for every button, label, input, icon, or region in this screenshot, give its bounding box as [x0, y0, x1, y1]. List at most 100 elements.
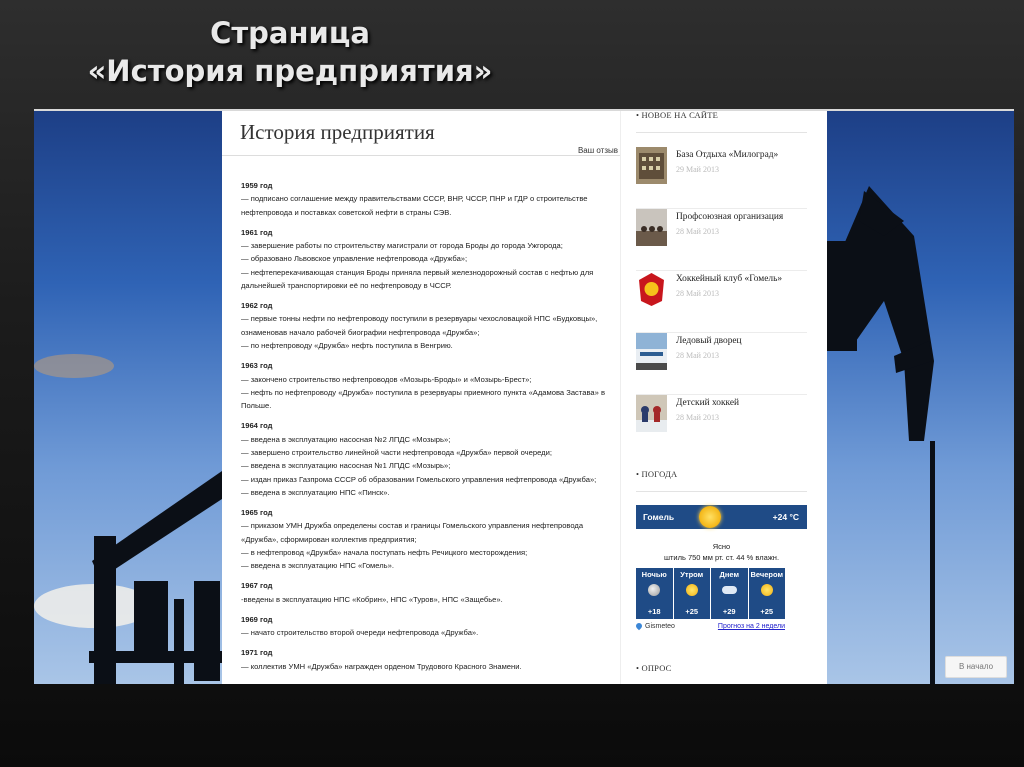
news-thumbnail-kids-hockey — [636, 395, 667, 432]
news-thumbnail-meeting — [636, 209, 667, 246]
news-title[interactable]: База Отдыха «Милоград» — [676, 150, 778, 160]
history-entry: 1967 год -введены в эксплуатацию НПС «Ко… — [241, 579, 613, 606]
news-date: 28 Май 2013 — [676, 351, 719, 360]
partly-cloudy-icon — [760, 584, 773, 596]
history-entry: 1961 год — завершение работы по строител… — [241, 226, 613, 292]
weather-forecast: Ночью +18 Утром +25 Днем +29 Вечером +25 — [636, 568, 785, 619]
moon-icon — [648, 584, 661, 596]
history-line: — подписано соглашение между правительст… — [241, 194, 588, 217]
history-line: — нефть по нефтепроводу «Дружба» поступи… — [241, 387, 605, 411]
forecast-label: Утром — [680, 570, 704, 579]
forecast-period: Вечером +25 — [748, 568, 785, 619]
hockey-club-logo-icon — [636, 271, 667, 308]
gismeteo-drop-icon — [634, 621, 644, 631]
weather-heading-divider — [636, 491, 807, 492]
weather-footer: Gismeteo Прогноз на 2 недели — [634, 621, 785, 631]
history-year: 1969 год — [241, 614, 273, 624]
sun-icon — [699, 506, 721, 528]
history-entry: 1964 год — введена в эксплуатацию насосн… — [241, 419, 613, 499]
news-item[interactable]: Ледовый дворец 28 Май 2013 — [636, 333, 807, 395]
forecast-label: Днем — [719, 570, 740, 579]
history-line: — введена в эксплуатацию насосная №2 ЛПД… — [241, 434, 451, 444]
history-entry: 1971 год — коллектив УМН «Дружба» награж… — [241, 646, 613, 673]
history-line: — введена в эксплуатацию НПС «Пинск». — [241, 487, 390, 497]
news-thumbnail-ice-palace — [636, 333, 667, 370]
weather-temperature: +24 °C — [772, 512, 799, 522]
weather-provider[interactable]: Gismeteo — [645, 623, 675, 630]
news-heading-divider — [636, 132, 807, 133]
weather-details: штиль 750 мм рт. ст. 44 % влажн. — [663, 553, 780, 562]
news-item[interactable]: Детский хоккей 28 Май 2013 — [636, 395, 807, 456]
forecast-period: Днем +29 — [711, 568, 748, 619]
page-heading: История предприятия — [240, 120, 435, 144]
slide-title-line1: Страница — [210, 16, 370, 50]
history-year: 1967 год — [241, 581, 273, 591]
history-line: — образовано Львовское управление нефтеп… — [241, 254, 468, 264]
news-item[interactable]: Хоккейный клуб «Гомель» 28 Май 2013 — [636, 271, 807, 333]
two-week-forecast-link[interactable]: Прогноз на 2 недели — [718, 623, 785, 630]
news-thumbnail-building — [636, 147, 667, 184]
news-item[interactable]: Профсоюзная организация 28 Май 2013 — [636, 209, 807, 271]
forecast-label: Вечером — [750, 570, 784, 579]
history-entry: 1963 год — закончено строительство нефте… — [241, 359, 613, 412]
history-year: 1965 год — [241, 507, 273, 517]
history-line: — начато строительство второй очереди не… — [241, 628, 479, 638]
news-title[interactable]: Детский хоккей — [676, 398, 739, 408]
weather-section-heading: • ПОГОДА — [636, 469, 678, 479]
forecast-label: Ночью — [641, 570, 667, 579]
history-year: 1961 год — [241, 227, 273, 237]
news-item[interactable]: База Отдыха «Милоград» 29 Май 2013 — [636, 147, 807, 209]
history-year: 1962 год — [241, 301, 273, 311]
sun-icon — [685, 584, 698, 596]
history-line: — закончено строительство нефтепроводов … — [241, 374, 532, 384]
history-line: — завершение работы по строительству маг… — [241, 241, 563, 251]
history-line: — приказом УМН Дружба определены состав … — [241, 521, 584, 544]
web-page: История предприятия Ваш отзыв 1959 год —… — [222, 111, 827, 684]
history-year: 1971 год — [241, 648, 273, 658]
history-line: — по нефтепроводу «Дружба» нефть поступи… — [241, 341, 453, 351]
news-title[interactable]: Хоккейный клуб «Гомель» — [676, 274, 782, 284]
history-line: — нефтеперекачивающая станция Броды прин… — [241, 267, 594, 290]
history-line: — введена в эксплуатацию насосная №1 ЛПД… — [241, 461, 451, 471]
slide-title: Страница «История предприятия» — [0, 14, 580, 90]
history-line: — первые тонны нефти по нефтепроводу пос… — [241, 314, 598, 337]
slide-title-line2: «История предприятия» — [87, 54, 493, 88]
forecast-period: Ночью +18 — [636, 568, 673, 619]
heading-divider — [222, 155, 620, 156]
weather-condition: Ясно — [712, 542, 731, 551]
feedback-link[interactable]: Ваш отзыв — [578, 146, 618, 155]
weather-city: Гомель — [643, 512, 675, 522]
history-year: 1963 год — [241, 361, 273, 371]
website-screenshot: История предприятия Ваш отзыв 1959 год —… — [34, 109, 1014, 684]
back-to-top-button[interactable]: В начало — [945, 656, 1007, 678]
forecast-temp: +29 — [722, 607, 736, 616]
history-line: — издан приказ Газпрома СССР об образова… — [241, 474, 597, 484]
history-line: — введена в эксплуатацию НПС «Гомель». — [241, 561, 394, 571]
news-date: 28 Май 2013 — [676, 413, 719, 422]
history-entry: 1959 год — подписано соглашение между пр… — [241, 179, 613, 219]
history-entry: 1962 год — первые тонны нефти по нефтепр… — [241, 299, 613, 352]
history-line: — завершено строительство линейной части… — [241, 447, 552, 457]
history-line: -введены в эксплуатацию НПС «Кобрин», НП… — [241, 594, 503, 604]
forecast-temp: +18 — [647, 607, 661, 616]
history-entry: 1969 год — начато строительство второй о… — [241, 613, 613, 640]
news-title[interactable]: Профсоюзная организация — [676, 212, 783, 222]
sidebar: • НОВОЕ НА САЙТЕ База Отдыха «Милоград» … — [634, 110, 807, 684]
news-section-heading: • НОВОЕ НА САЙТЕ — [636, 110, 719, 120]
news-date: 28 Май 2013 — [676, 289, 719, 298]
forecast-temp: +25 — [760, 607, 774, 616]
weather-current: Гомель +24 °C — [636, 505, 807, 529]
history-year: 1964 год — [241, 421, 273, 431]
news-list: База Отдыха «Милоград» 29 Май 2013 Профс… — [636, 147, 807, 456]
history-line: — коллектив УМН «Дружба» награжден орден… — [241, 661, 522, 671]
history-list: 1959 год — подписано соглашение между пр… — [241, 179, 613, 680]
cloud-icon — [722, 586, 738, 594]
history-year: 1959 год — [241, 181, 273, 190]
forecast-temp: +25 — [685, 607, 699, 616]
news-date: 28 Май 2013 — [676, 227, 719, 236]
forecast-period: Утром +25 — [673, 568, 710, 619]
poll-section-heading: • ОПРОС — [636, 663, 672, 673]
news-date: 29 Май 2013 — [676, 165, 719, 174]
news-title[interactable]: Ледовый дворец — [676, 336, 742, 346]
history-entry: 1965 год — приказом УМН Дружба определен… — [241, 506, 613, 572]
